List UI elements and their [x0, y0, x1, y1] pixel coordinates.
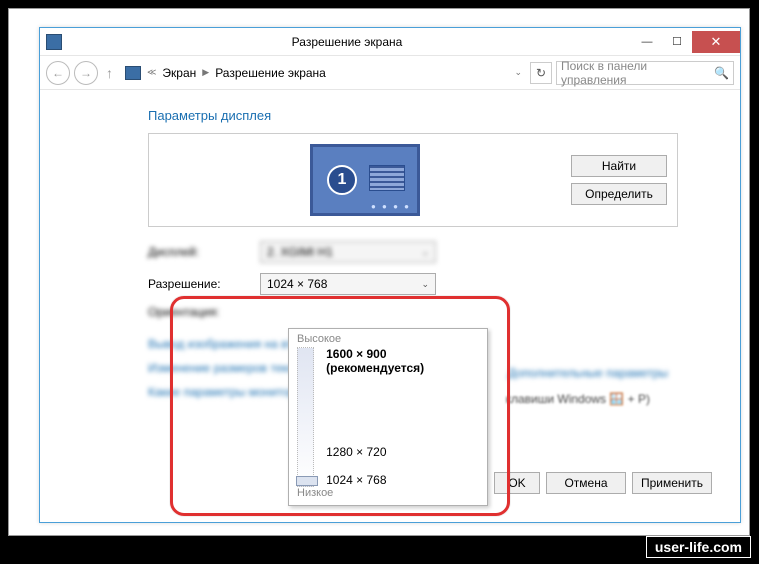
cancel-button[interactable]: Отмена	[546, 472, 626, 494]
chevron-icon: ▶	[202, 67, 209, 78]
apply-button[interactable]: Применить	[632, 472, 712, 494]
resolution-option-recommended[interactable]: 1600 × 900 (рекомендуется)	[326, 347, 479, 375]
search-input[interactable]: Поиск в панели управления 🔍	[556, 61, 734, 85]
title-icon	[46, 34, 62, 50]
resolution-slider[interactable]	[297, 347, 314, 487]
up-button[interactable]: ↑	[102, 65, 117, 81]
page-title: Параметры дисплея	[148, 108, 740, 123]
popup-low-label: Низкое	[297, 487, 479, 499]
display-row: Дисплей: 2. XGIMI H1 ⌄	[148, 241, 740, 263]
popup-high-label: Высокое	[297, 333, 479, 345]
close-button[interactable]: ✕	[692, 31, 740, 53]
monitor-area: 1 ● ● ● ●	[159, 144, 571, 216]
titlebar: Разрешение экрана — ☐ ✕	[40, 28, 740, 56]
resolution-row: Разрешение: 1024 × 768 ⌄	[148, 273, 740, 295]
resolution-dropdown[interactable]: 1024 × 768 ⌄	[260, 273, 436, 295]
chevron-down-icon: ⌄	[421, 247, 429, 258]
chevron-icon: ≪	[147, 67, 156, 78]
slider-thumb[interactable]	[296, 476, 318, 486]
minimize-button[interactable]: —	[632, 31, 662, 53]
display-label: Дисплей:	[148, 245, 260, 259]
maximize-button[interactable]: ☐	[662, 31, 692, 53]
orientation-label: Ориентация:	[148, 305, 260, 319]
find-button[interactable]: Найти	[571, 155, 667, 177]
resolution-popup: Высокое 1600 × 900 (рекомендуется) 1280 …	[288, 328, 488, 506]
toolbar: ← → ↑ ≪ Экран ▶ Разрешение экрана ⌄ ↻ По…	[40, 56, 740, 90]
resolution-option-1280[interactable]: 1280 × 720	[326, 445, 479, 459]
advanced-settings-link[interactable]: Дополнительные параметры	[508, 366, 668, 380]
dialog-buttons: OK Отмена Применить	[494, 472, 712, 494]
forward-button[interactable]: →	[74, 61, 98, 85]
address-dropdown-icon[interactable]: ⌄	[514, 67, 522, 78]
search-placeholder: Поиск в панели управления	[561, 59, 710, 87]
chevron-down-icon: ⌄	[421, 279, 429, 290]
window-title: Разрешение экрана	[62, 35, 632, 49]
monitor-dots: ● ● ● ●	[371, 202, 411, 211]
breadcrumb-current[interactable]: Разрешение экрана	[215, 66, 326, 80]
breadcrumb-root[interactable]: Экран	[162, 66, 196, 80]
search-icon: 🔍	[714, 66, 729, 80]
address-icon	[125, 66, 141, 80]
outer-frame: Разрешение экрана — ☐ ✕ ← → ↑ ≪ Экран ▶ …	[8, 8, 750, 536]
win-p-hint: клавиши Windows 🪟 + P)	[506, 392, 650, 406]
address-bar[interactable]: ≪ Экран ▶ Разрешение экрана ⌄	[121, 61, 526, 85]
back-button[interactable]: ←	[46, 61, 70, 85]
detect-button[interactable]: Определить	[571, 183, 667, 205]
monitor-preview[interactable]: 1 ● ● ● ●	[310, 144, 420, 216]
resolution-label: Разрешение:	[148, 277, 260, 291]
ok-button[interactable]: OK	[494, 472, 540, 494]
slider-column: 1600 × 900 (рекомендуется) 1280 × 720 10…	[297, 347, 479, 487]
side-buttons: Найти Определить	[571, 155, 667, 205]
display-preview-box: 1 ● ● ● ● Найти Определить	[148, 133, 678, 227]
resolution-option-1024[interactable]: 1024 × 768	[326, 473, 479, 487]
window-controls: — ☐ ✕	[632, 31, 740, 53]
monitor-grid-icon	[369, 165, 405, 191]
refresh-button[interactable]: ↻	[530, 62, 552, 84]
display-value: 2. XGIMI H1	[267, 245, 333, 259]
watermark: user-life.com	[646, 536, 751, 558]
orientation-row: Ориентация:	[148, 305, 740, 319]
slider-labels: 1600 × 900 (рекомендуется) 1280 × 720 10…	[326, 347, 479, 487]
display-dropdown[interactable]: 2. XGIMI H1 ⌄	[260, 241, 436, 263]
monitor-number: 1	[327, 165, 357, 195]
window: Разрешение экрана — ☐ ✕ ← → ↑ ≪ Экран ▶ …	[39, 27, 741, 523]
resolution-value: 1024 × 768	[267, 277, 327, 291]
